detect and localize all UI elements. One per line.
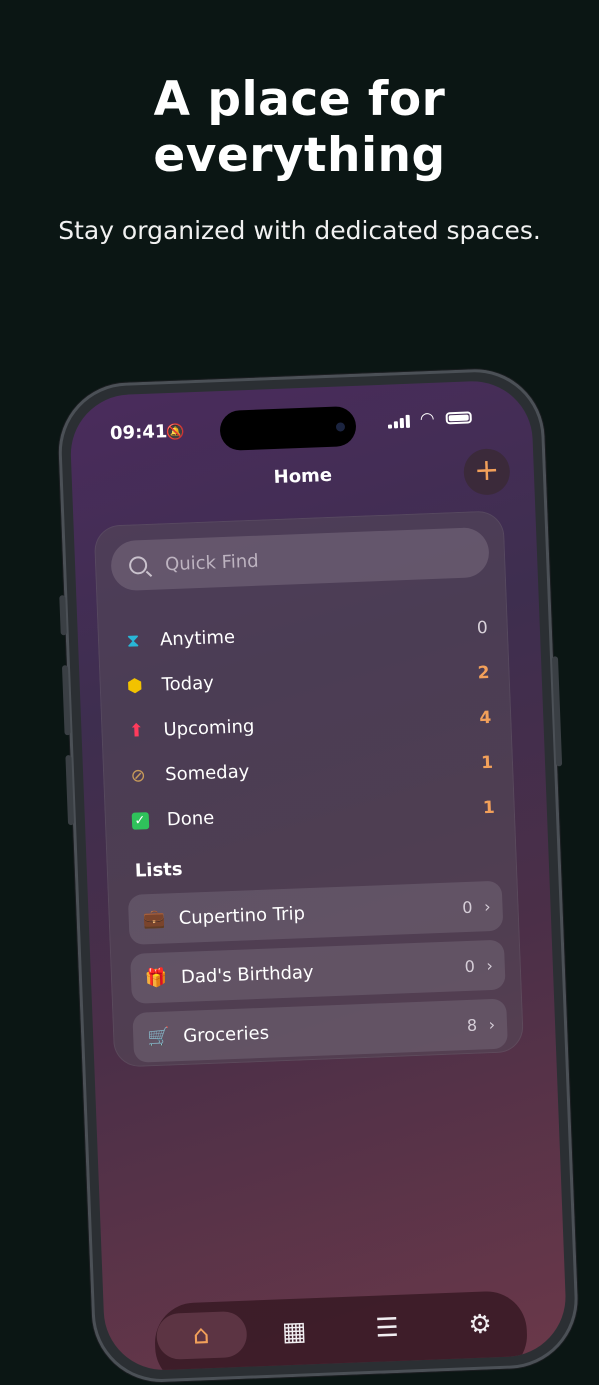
filter-count: 0 [476,617,489,638]
battery-icon [445,411,472,425]
gear-icon: ⚙ [467,1309,493,1341]
add-button[interactable]: + [462,447,511,496]
filter-label: Done [166,807,215,831]
chevron-right-icon: › [485,955,494,975]
search-icon [128,555,148,575]
filter-label: Upcoming [163,715,255,741]
list-item-count: 0 [464,956,476,976]
gift-icon: 🎁 [144,967,168,989]
list-item-groceries[interactable]: 🛒 Groceries 8 › [132,998,508,1063]
filter-count: 2 [477,662,490,683]
home-icon: ⌂ [192,1320,211,1351]
filter-label: Today [161,672,215,696]
list-item-count: 8 [466,1015,478,1035]
phone-power-button [551,656,563,767]
list-item-dads-birthday[interactable]: 🎁 Dad's Birthday 0 › [130,939,506,1004]
filter-label: Someday [164,761,250,786]
list-item-count: 0 [461,897,473,917]
wifi-icon: ◠ [419,408,435,430]
list-item-label: Groceries [182,1022,270,1047]
search-input[interactable]: Quick Find [110,526,490,592]
search-placeholder: Quick Find [164,550,259,575]
calendar-icon: ▦ [281,1316,308,1348]
hero-subtitle: Stay organized with dedicated spaces. [58,216,541,245]
checkbox-icon: ✓ [129,810,152,833]
cart-icon: 🛒 [146,1025,171,1048]
filter-count: 1 [480,752,494,773]
list-item-cupertino-trip[interactable]: 💼 Cupertino Trip 0 › [127,880,504,945]
chevron-right-icon: › [483,896,491,916]
camera-icon [335,422,346,432]
phone-mockup: 09:41 🔕 ◠ Home + Quick Find ⧗ Anytime 0 … [56,366,581,1385]
lists-section: 💼 Cupertino Trip 0 › 🎁 Dad's Birthday 0 … [127,880,509,1072]
list-item-label: Cupertino Trip [178,902,306,929]
signal-icon [387,414,411,429]
bell-muted-icon: 🔕 [165,422,186,442]
tab-bar: ⌂ ▦ ☰ ⚙ [153,1289,529,1373]
star-icon: ⬢ [126,675,144,697]
lists-heading: Lists [134,858,183,882]
phone-volume-down-button [65,755,75,826]
dynamic-island [219,405,357,452]
hourglass-icon: ⧗ [126,630,140,652]
suitcase-icon: 💼 [142,908,166,930]
list-icon: ☰ [374,1312,400,1344]
phone-action-button [59,595,67,636]
home-card: Quick Find ⧗ Anytime 0 ⬢ Today 2 ⬆ Upcom… [93,510,525,1068]
home-tab[interactable]: ⌂ [155,1310,248,1361]
lists-tab[interactable]: ☰ [341,1304,433,1353]
filter-list: ⧗ Anytime 0 ⬢ Today 2 ⬆ Upcoming 4 ⊘ Som… [121,605,495,844]
status-time: 09:41 [109,421,168,445]
clock-slash-icon: ⊘ [130,765,147,787]
filter-count: 1 [482,797,496,818]
filter-count: 4 [479,707,492,728]
filter-label: Anytime [159,626,236,651]
chevron-right-icon: › [488,1014,496,1034]
arrow-up-icon: ⬆ [128,720,145,742]
phone-volume-up-button [61,665,71,736]
phone-screen: 09:41 🔕 ◠ Home + Quick Find ⧗ Anytime 0 … [68,379,568,1373]
hero-title: A place for everything [153,72,446,183]
calendar-tab[interactable]: ▦ [248,1307,340,1356]
settings-tab[interactable]: ⚙ [434,1300,526,1349]
list-item-label: Dad's Birthday [180,961,314,988]
